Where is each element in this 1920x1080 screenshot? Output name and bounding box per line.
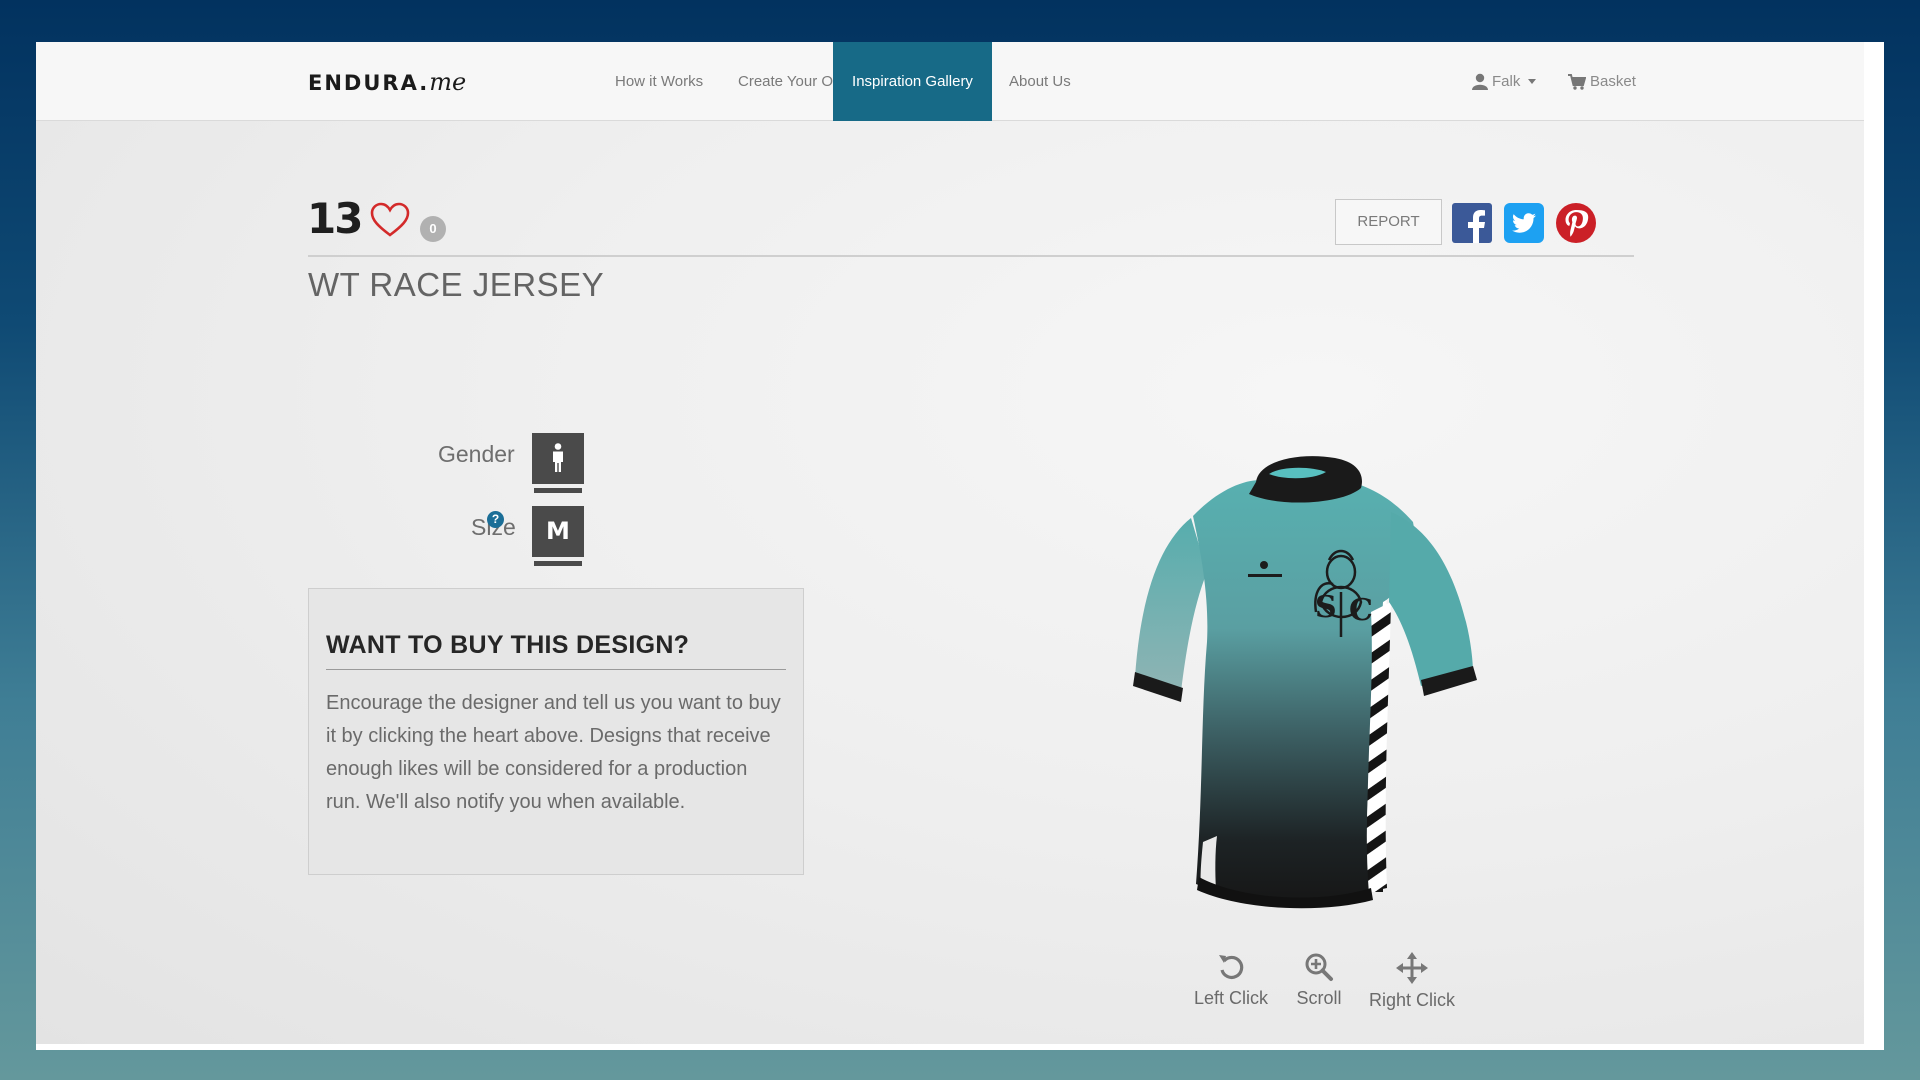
size-selector[interactable]: M	[532, 506, 584, 557]
jersey-3d-preview[interactable]: S C	[1121, 452, 1501, 912]
rotate-control: Left Click	[1191, 952, 1271, 1009]
nav-about-us[interactable]: About Us	[993, 42, 1087, 121]
help-icon[interactable]: ?	[487, 511, 504, 528]
rotate-label: Left Click	[1193, 988, 1269, 1008]
user-menu[interactable]: Falk	[1472, 42, 1537, 121]
buy-description: Encourage the designer and tell us you w…	[326, 692, 781, 813]
buy-title: WANT TO BUY THIS DESIGN?	[326, 631, 690, 659]
move-label: Right Click	[1368, 990, 1456, 1010]
gender-underline	[534, 488, 582, 493]
jersey-right-sleeve	[1389, 512, 1473, 686]
crest-letter-s: S	[1315, 590, 1337, 625]
nav-how-it-works[interactable]: How it Works	[599, 42, 719, 121]
jersey-left-sleeve	[1135, 518, 1207, 692]
move-icon	[1396, 952, 1428, 984]
twitter-icon[interactable]	[1504, 203, 1544, 243]
basket-link[interactable]: Basket	[1568, 42, 1636, 121]
user-icon	[1472, 73, 1488, 90]
chevron-down-icon	[1528, 79, 1537, 84]
zoom-icon	[1305, 953, 1333, 981]
rotate-icon	[1219, 955, 1244, 980]
buy-design-panel: WANT TO BUY THIS DESIGN? Encourage the d…	[308, 588, 804, 875]
user-name: Falk	[1492, 73, 1521, 90]
pinterest-icon[interactable]	[1556, 203, 1596, 243]
endura-logo[interactable]: ENDURA.me	[308, 68, 466, 98]
gender-label: Gender	[438, 441, 515, 467]
move-control: Right Click	[1362, 952, 1462, 1011]
chest-logo-bar	[1248, 574, 1282, 577]
heart-icon[interactable]	[370, 202, 410, 238]
chest-logo-dot	[1260, 561, 1268, 569]
nav-inspiration-gallery[interactable]: Inspiration Gallery	[833, 42, 992, 121]
jersey-collar	[1249, 456, 1362, 503]
gender-selector[interactable]	[532, 433, 584, 484]
male-figure-icon	[553, 443, 563, 472]
header-divider	[308, 255, 1634, 257]
page: ENDURA.me How it Works Create Your Own I…	[36, 42, 1864, 1044]
design-title: WT RACE JERSEY	[308, 266, 605, 303]
cart-icon	[1568, 73, 1586, 90]
facebook-icon[interactable]	[1452, 203, 1492, 243]
zoom-control: Scroll	[1279, 952, 1359, 1009]
comment-count-badge: 0	[420, 216, 446, 242]
report-button[interactable]: REPORT	[1335, 199, 1442, 245]
likes-count: 13	[307, 194, 363, 243]
basket-label: Basket	[1590, 73, 1636, 90]
top-nav: ENDURA.me How it Works Create Your Own I…	[36, 42, 1864, 121]
browser-frame: ENDURA.me How it Works Create Your Own I…	[36, 42, 1884, 1050]
zoom-label: Scroll	[1296, 988, 1342, 1008]
crest-letter-c: C	[1349, 593, 1373, 628]
buy-title-rule	[326, 669, 786, 670]
size-underline	[534, 561, 582, 566]
